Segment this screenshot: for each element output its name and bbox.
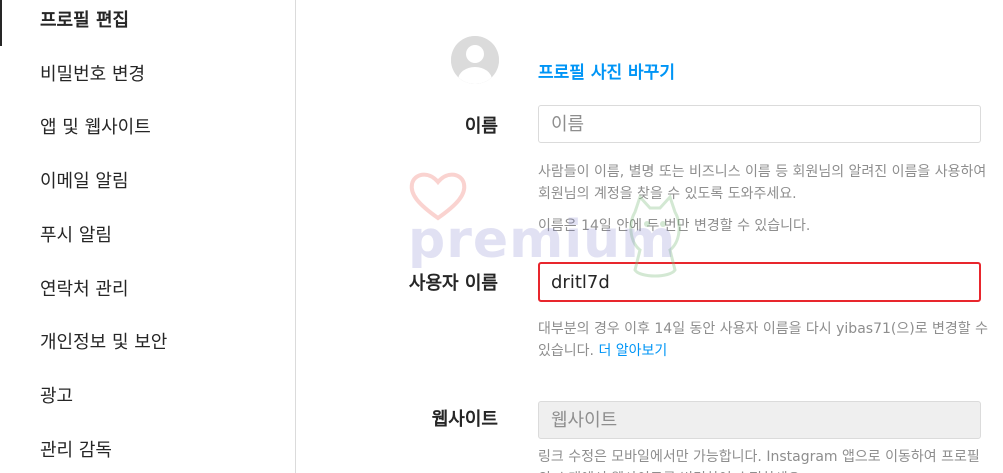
- sidebar-item-apps-websites[interactable]: 앱 및 웹사이트: [0, 103, 295, 153]
- sidebar-item-email-notifications[interactable]: 이메일 알림: [0, 157, 295, 207]
- edit-profile-form: 프로필 사진 바꾸기 이름 사람들이 이름, 별명 또는 비즈니스 이름 등 회…: [296, 0, 1003, 473]
- sidebar-item-change-password[interactable]: 비밀번호 변경: [0, 50, 295, 100]
- username-help-block: 대부분의 경우 이후 14일 동안 사용자 이름을 다시 yibas71(으)로…: [538, 318, 988, 362]
- name-change-limit-text: 이름은 14일 안에 두 번만 변경할 수 있습니다.: [538, 218, 811, 234]
- website-label: 웹사이트: [431, 409, 498, 430]
- sidebar-item-edit-profile[interactable]: 프로필 편집: [0, 0, 295, 46]
- default-avatar-icon[interactable]: [451, 36, 499, 84]
- name-help-text: 사람들이 이름, 별명 또는 비즈니스 이름 등 회원님의 알려진 이름을 사용…: [538, 164, 987, 202]
- name-input[interactable]: [538, 105, 981, 143]
- username-label: 사용자 이름: [408, 273, 498, 294]
- settings-page: 프로필 편집 비밀번호 변경 앱 및 웹사이트 이메일 알림 푸시 알림 연락처…: [0, 0, 1003, 473]
- website-input[interactable]: [538, 401, 981, 439]
- sidebar-item-push-notifications[interactable]: 푸시 알림: [0, 211, 295, 261]
- name-label: 이름: [464, 116, 498, 137]
- website-help-text: 링크 수정은 모바일에서만 가능합니다. Instagram 앱으로 이동하여 …: [538, 449, 980, 473]
- username-input[interactable]: [538, 262, 981, 302]
- sidebar-item-manage-contacts[interactable]: 연락처 관리: [0, 265, 295, 315]
- sidebar-item-privacy-security[interactable]: 개인정보 및 보안: [0, 318, 295, 368]
- change-profile-photo-link[interactable]: 프로필 사진 바꾸기: [538, 58, 675, 83]
- sidebar-item-supervision[interactable]: 관리 감독: [0, 426, 295, 473]
- learn-more-link[interactable]: 더 알아보기: [598, 343, 667, 359]
- settings-sidebar: 프로필 편집 비밀번호 변경 앱 및 웹사이트 이메일 알림 푸시 알림 연락처…: [0, 0, 296, 473]
- sidebar-item-ads[interactable]: 광고: [0, 372, 295, 422]
